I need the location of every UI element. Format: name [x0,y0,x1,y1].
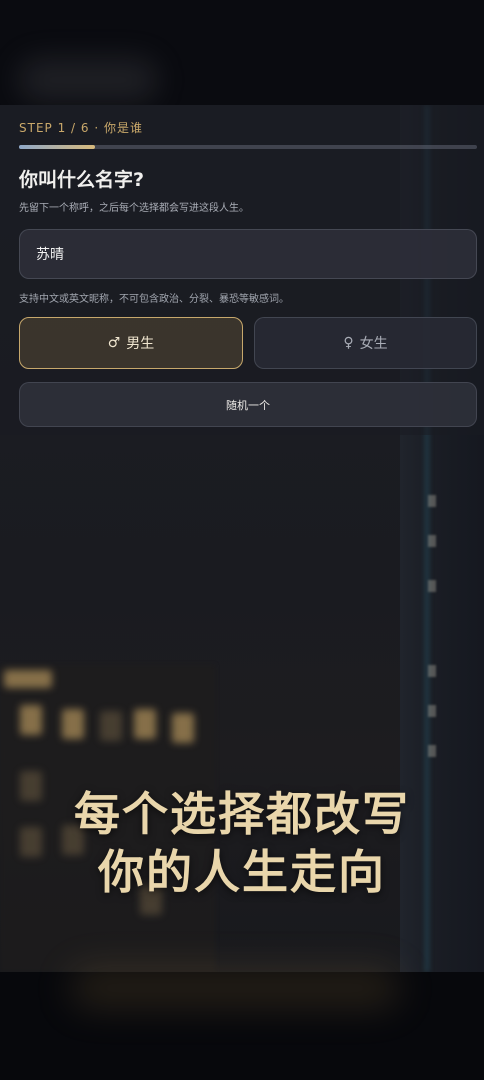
blurred-top-element [18,58,158,102]
page-title: 你叫什么名字? [19,169,145,191]
tower-window [428,745,436,757]
building-window [62,709,84,739]
male-icon: ♂ [107,335,121,351]
tower-window [428,705,436,717]
tagline-line-2: 你的人生走向 [98,845,386,899]
progress-fill [19,145,96,149]
name-hint: 支持中文或英文昵称，不可包含政治、分裂、暴恐等敏感词。 [19,294,289,305]
tower-window [428,580,436,592]
building-window [4,670,52,688]
tagline: 每个选择都改写 你的人生走向 [0,785,484,901]
tower-window [428,535,436,547]
female-icon: ♀ [343,335,354,351]
building-window [20,705,42,735]
step-indicator: STEP 1 / 6 · 你是谁 [19,121,143,135]
tower-window [428,665,436,677]
page-subtitle: 先留下一个称呼，之后每个选择都会写进这段人生。 [19,203,249,214]
building-window [100,711,122,741]
gender-male-button[interactable]: ♂ 男生 [19,317,243,369]
app-frame: 每个选择都改写 你的人生走向 STEP 1 / 6 · 你是谁 你叫什么名字? … [0,0,484,1080]
gender-female-label: 女生 [359,336,388,352]
tower-window [428,495,436,507]
random-name-button[interactable]: 随机一个 [19,382,477,427]
bottom-glow [70,968,400,1008]
tagline-line-1: 每个选择都改写 [74,787,410,841]
progress-bar [19,145,477,149]
building-window [172,713,194,743]
name-input[interactable] [19,229,477,279]
gender-female-button[interactable]: ♀ 女生 [254,317,477,369]
gender-male-label: 男生 [126,336,155,352]
building-window [134,709,156,739]
